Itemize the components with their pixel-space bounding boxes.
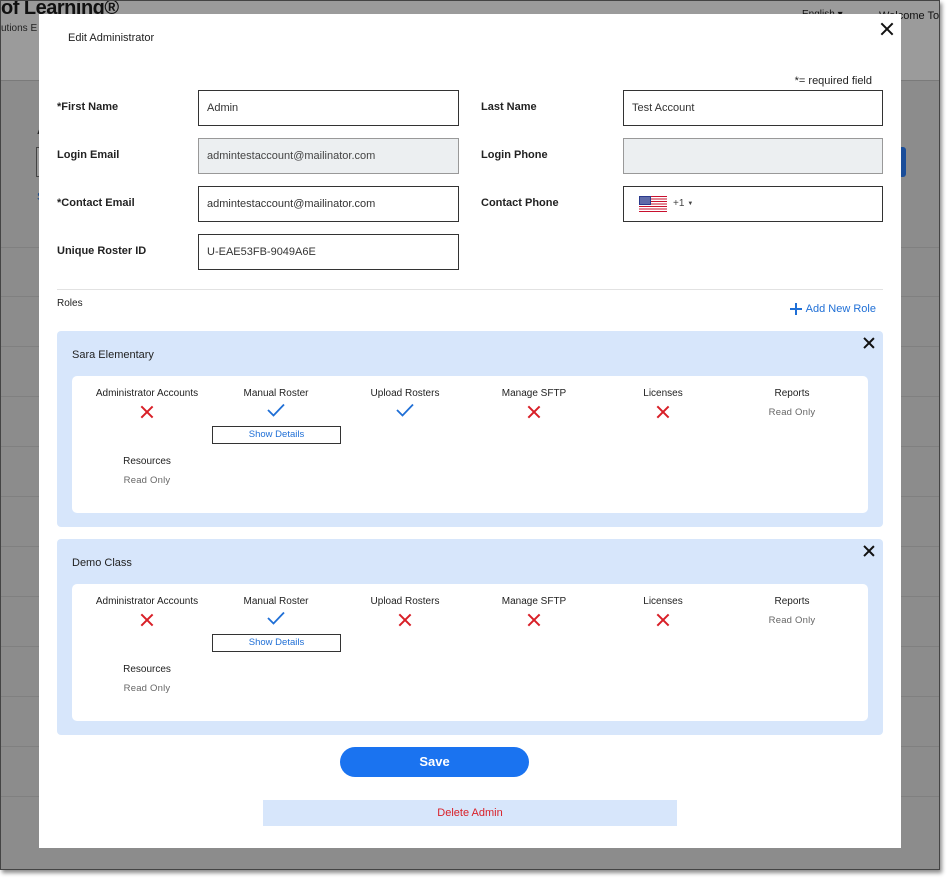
x-icon [657,614,669,626]
role-name: Demo Class [72,557,132,569]
x-icon [657,406,669,418]
permission-label: Resources [123,664,171,675]
required-field-note: *= required field [794,75,872,87]
last-name-input[interactable]: Test Account [623,90,883,126]
permission-status [469,401,599,421]
permission-cell: Resources Read Only [82,456,212,486]
role-name: Sara Elementary [72,349,154,361]
show-details-button[interactable]: Show Details [212,634,341,652]
permission-value: Read Only [768,615,816,626]
permission-label: Reports [774,596,810,607]
x-icon [141,614,153,626]
first-name-label: *First Name [57,101,119,113]
permission-label: Manual Roster [243,388,309,399]
close-icon[interactable] [863,545,875,557]
us-flag-icon[interactable] [639,196,667,212]
role-permissions: Administrator Accounts Manual Roster Show … [72,584,868,721]
chevron-down-icon[interactable]: ▼ [687,187,693,221]
last-name-label: Last Name [481,101,537,113]
save-button[interactable]: Save [340,747,529,777]
roles-label: Roles [57,298,83,309]
permission-status [211,609,341,629]
login-email-input: admintestaccount@mailinator.com [198,138,459,174]
dial-code[interactable]: +1 [673,187,684,221]
modal-title: Edit Administrator [68,32,155,44]
contact-email-label: *Contact Email [57,197,135,209]
section-divider [57,289,883,290]
first-name-input[interactable]: Admin [198,90,459,126]
permission-label: Administrator Accounts [95,388,199,399]
permission-label: Manage SFTP [501,596,567,607]
permission-cell: Resources Read Only [82,664,212,694]
login-phone-input [623,138,883,174]
permission-label: Upload Rosters [370,596,440,607]
permission-cell: Upload Rosters [340,596,470,629]
x-icon [528,406,540,418]
permission-cell: Administrator Accounts [82,388,212,421]
permission-label: Resources [123,456,171,467]
show-details-button[interactable]: Show Details [212,426,341,444]
roster-id-input[interactable]: U-EAE53FB-9049A6E [198,234,459,270]
edit-administrator-modal: Edit Administrator *= required field *Fi… [39,14,901,848]
permission-status [340,401,470,421]
permission-label: Reports [774,388,810,399]
permission-value: Read Only [768,407,816,418]
permission-cell: Manual Roster [211,388,341,421]
permission-status [598,401,728,421]
roster-id-label: Unique Roster ID [57,245,147,257]
role-card: Sara Elementary Administrator Accounts Ma… [57,331,883,527]
add-new-role-button[interactable]: Add New Role [789,303,876,315]
permission-cell: Licenses [598,388,728,421]
permission-status [340,609,470,629]
contact-phone-input[interactable]: +1 ▼ [623,186,883,222]
permission-label: Licenses [643,388,683,399]
brand-logo-subtitle: utions E [1,23,38,34]
permission-cell: Manage SFTP [469,596,599,629]
permission-status [82,609,212,629]
permission-value: Read Only [123,683,171,694]
close-icon[interactable] [880,22,894,36]
check-icon [267,611,285,625]
permission-label: Administrator Accounts [95,596,199,607]
close-icon[interactable] [863,337,875,349]
check-icon [267,403,285,417]
permission-status [469,609,599,629]
role-card: Demo Class Administrator Accounts Manual … [57,539,883,735]
permission-status [598,609,728,629]
login-email-label: Login Email [57,149,120,161]
permission-cell: Manual Roster [211,596,341,629]
permission-label: Manual Roster [243,596,309,607]
permission-cell: Administrator Accounts [82,596,212,629]
permission-cell: Reports Read Only [727,388,857,418]
permission-cell: Reports Read Only [727,596,857,626]
permission-label: Upload Rosters [370,388,440,399]
permission-cell: Upload Rosters [340,388,470,421]
permission-value: Read Only [123,475,171,486]
plus-icon[interactable] [789,303,802,315]
add-new-role-label[interactable]: Add New Role [806,303,876,315]
permission-label: Licenses [643,596,683,607]
x-icon [141,406,153,418]
permission-cell: Manage SFTP [469,388,599,421]
role-permissions: Administrator Accounts Manual Roster Show … [72,376,868,513]
permission-label: Manage SFTP [501,388,567,399]
permission-status [211,401,341,421]
x-icon [528,614,540,626]
check-icon [396,403,414,417]
contact-email-input[interactable]: admintestaccount@mailinator.com [198,186,459,222]
login-phone-label: Login Phone [481,149,548,161]
delete-admin-button[interactable]: Delete Admin [263,800,677,826]
x-icon [399,614,411,626]
contact-phone-label: Contact Phone [481,197,559,209]
permission-status [82,401,212,421]
permission-cell: Licenses [598,596,728,629]
